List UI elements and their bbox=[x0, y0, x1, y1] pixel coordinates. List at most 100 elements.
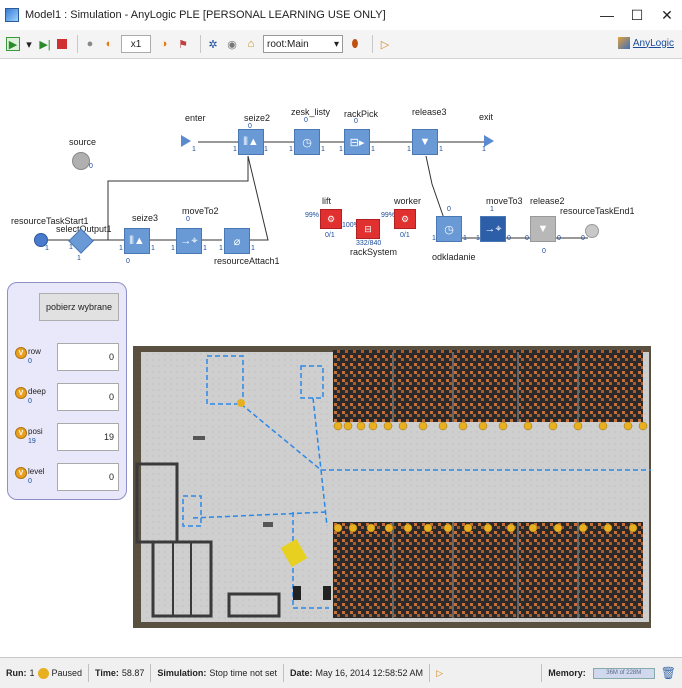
deep-field[interactable]: 0 bbox=[57, 383, 119, 411]
run-state: Paused bbox=[51, 668, 83, 678]
select-output-count-in: 1 bbox=[69, 244, 73, 251]
worker-ratio: 0/1 bbox=[400, 232, 410, 239]
status-separator bbox=[150, 664, 152, 682]
worker-pool-block[interactable]: ⚙ bbox=[394, 209, 416, 229]
resource-attach-block[interactable]: ⌀ bbox=[224, 228, 250, 254]
moveto2-count-top: 0 bbox=[186, 216, 190, 223]
date-label: Date: bbox=[289, 668, 313, 678]
title-bar: Model1 : Simulation - AnyLogic PLE [PERS… bbox=[0, 0, 682, 30]
speed-up-icon[interactable]: ◑ bbox=[157, 37, 171, 51]
time-label: Time: bbox=[95, 668, 119, 678]
simulation-value: Stop time not set bbox=[209, 668, 277, 678]
maximize-button[interactable]: ☐ bbox=[622, 0, 652, 30]
root-selector[interactable]: root:Main ▾ bbox=[263, 35, 343, 53]
resource-attach-label: resourceAttach1 bbox=[214, 256, 280, 266]
var-deep-value: 0 bbox=[28, 398, 32, 405]
realtime-icon[interactable]: ⚑ bbox=[176, 37, 190, 51]
animation-setup-icon[interactable]: ▷ bbox=[378, 37, 392, 51]
moveto3-block[interactable]: →⌖ bbox=[480, 216, 506, 242]
anylogic-logo-text: AnyLogic bbox=[632, 37, 674, 49]
flowchart-connectors bbox=[48, 141, 588, 241]
lift-ratio: 0/1 bbox=[325, 232, 335, 239]
minimize-button[interactable]: — bbox=[592, 0, 622, 30]
speed-down-icon[interactable]: ◐ bbox=[102, 37, 116, 51]
toolbar: ▶ ▾ ▶| ● ◐ x1 ◑ ⚑ ✲ ◉ ⌂ root:Main ▾ ⬮ ▷ bbox=[0, 30, 682, 59]
var-row-value: 0 bbox=[28, 358, 32, 365]
variable-icon: V bbox=[15, 427, 27, 439]
rackpick-count-top: 0 bbox=[354, 118, 358, 125]
resource-task-end-block[interactable] bbox=[585, 224, 599, 238]
level-field[interactable]: 0 bbox=[57, 463, 119, 491]
simulation-label: Simulation: bbox=[157, 668, 207, 678]
seize3-label: seize3 bbox=[132, 213, 159, 223]
run-value: 1 bbox=[29, 668, 35, 678]
camera-icon[interactable]: ◉ bbox=[225, 37, 239, 51]
root-selector-value: root:Main bbox=[267, 38, 309, 50]
source-count: 0 bbox=[89, 163, 93, 170]
resource-task-end-count: 0 bbox=[581, 235, 585, 242]
status-arrow-icon[interactable]: ▷ bbox=[436, 668, 443, 679]
zesk-listy-block[interactable]: ◷ bbox=[294, 129, 320, 155]
rack-system-block[interactable]: ⊟ bbox=[356, 219, 380, 239]
moveto2-count-left: 1 bbox=[171, 245, 175, 252]
speed-display: x1 bbox=[121, 35, 151, 53]
model-canvas[interactable]: source 0 enter 1 seize2 0 ⫴▲ 1 1 zesk_li… bbox=[0, 60, 682, 657]
select-output-count-out: 1 bbox=[77, 255, 81, 262]
memory-label: Memory: bbox=[548, 668, 586, 678]
exit-count: 1 bbox=[482, 146, 486, 153]
rackpick-block[interactable]: ⊟▸ bbox=[344, 129, 370, 155]
pobierz-wybrane-button[interactable]: pobierz wybrane bbox=[39, 293, 119, 321]
odkladanie-count-top: 0 bbox=[447, 206, 451, 213]
exit-label: exit bbox=[479, 112, 494, 122]
moveto2-block[interactable]: →⌖ bbox=[176, 228, 202, 254]
enter-count: 1 bbox=[192, 146, 196, 153]
seize2-count-right: 1 bbox=[264, 146, 268, 153]
close-button[interactable]: ✕ bbox=[652, 0, 682, 30]
run-dropdown-icon[interactable]: ▾ bbox=[25, 37, 33, 51]
posi-field[interactable]: 19 bbox=[57, 423, 119, 451]
var-row-name: row bbox=[28, 347, 41, 356]
worker-pct: 99% bbox=[381, 212, 396, 219]
zesk-listy-label: zesk_listy bbox=[291, 107, 331, 117]
seize3-block[interactable]: ⫴▲ bbox=[124, 228, 150, 254]
step-icon[interactable]: ● bbox=[83, 37, 97, 51]
window-controls: — ☐ ✕ bbox=[592, 0, 682, 30]
odkladanie-label: odkladanie bbox=[432, 252, 476, 262]
release2-label: release2 bbox=[530, 196, 565, 206]
enter-block[interactable] bbox=[181, 135, 191, 147]
source-label: source bbox=[69, 137, 97, 147]
lift-label: lift bbox=[322, 196, 331, 206]
time-value: 58.87 bbox=[121, 668, 145, 678]
moveto3-count-left: 1 bbox=[476, 235, 480, 242]
release3-count-right: 1 bbox=[439, 146, 443, 153]
memory-bar: 36M of 228M bbox=[592, 667, 655, 679]
model-navigation-icon[interactable]: ✲ bbox=[206, 37, 220, 51]
odkladanie-count-left: 1 bbox=[432, 235, 436, 242]
trash-icon[interactable]: 🗑 bbox=[661, 666, 676, 680]
release2-block[interactable]: ▼ bbox=[530, 216, 556, 242]
row-field[interactable]: 0 bbox=[57, 343, 119, 371]
toolbar-separator bbox=[372, 35, 373, 53]
variable-icon: V bbox=[15, 387, 27, 399]
moveto3-count-right: 0 bbox=[507, 235, 511, 242]
variable-icon: V bbox=[15, 347, 27, 359]
anylogic-logo-icon bbox=[617, 37, 630, 49]
var-posi-value: 19 bbox=[28, 438, 36, 445]
seize2-count-left: 1 bbox=[233, 146, 237, 153]
run-icon[interactable]: ▶ bbox=[6, 37, 20, 51]
stop-icon[interactable] bbox=[57, 39, 67, 49]
seize3-count-right: 1 bbox=[151, 245, 155, 252]
release3-block[interactable]: ▼ bbox=[412, 129, 438, 155]
moveto2-label: moveTo2 bbox=[182, 206, 219, 216]
source-block[interactable] bbox=[72, 152, 90, 170]
warehouse-3d-scene bbox=[133, 346, 651, 628]
home-icon[interactable]: ⌂ bbox=[244, 37, 258, 51]
odkladanie-block[interactable]: ◷ bbox=[436, 216, 462, 242]
rackpick-count-right: 1 bbox=[371, 146, 375, 153]
navigate-icon[interactable]: ⬮ bbox=[348, 37, 362, 51]
warehouse-3d-view[interactable] bbox=[133, 346, 651, 628]
run-until-icon[interactable]: ▶| bbox=[38, 37, 52, 51]
seize2-block[interactable]: ⫴▲ bbox=[238, 129, 264, 155]
anylogic-logo-link[interactable]: AnyLogic bbox=[617, 37, 674, 49]
lift-pool-block[interactable]: ⚙ bbox=[320, 209, 342, 229]
